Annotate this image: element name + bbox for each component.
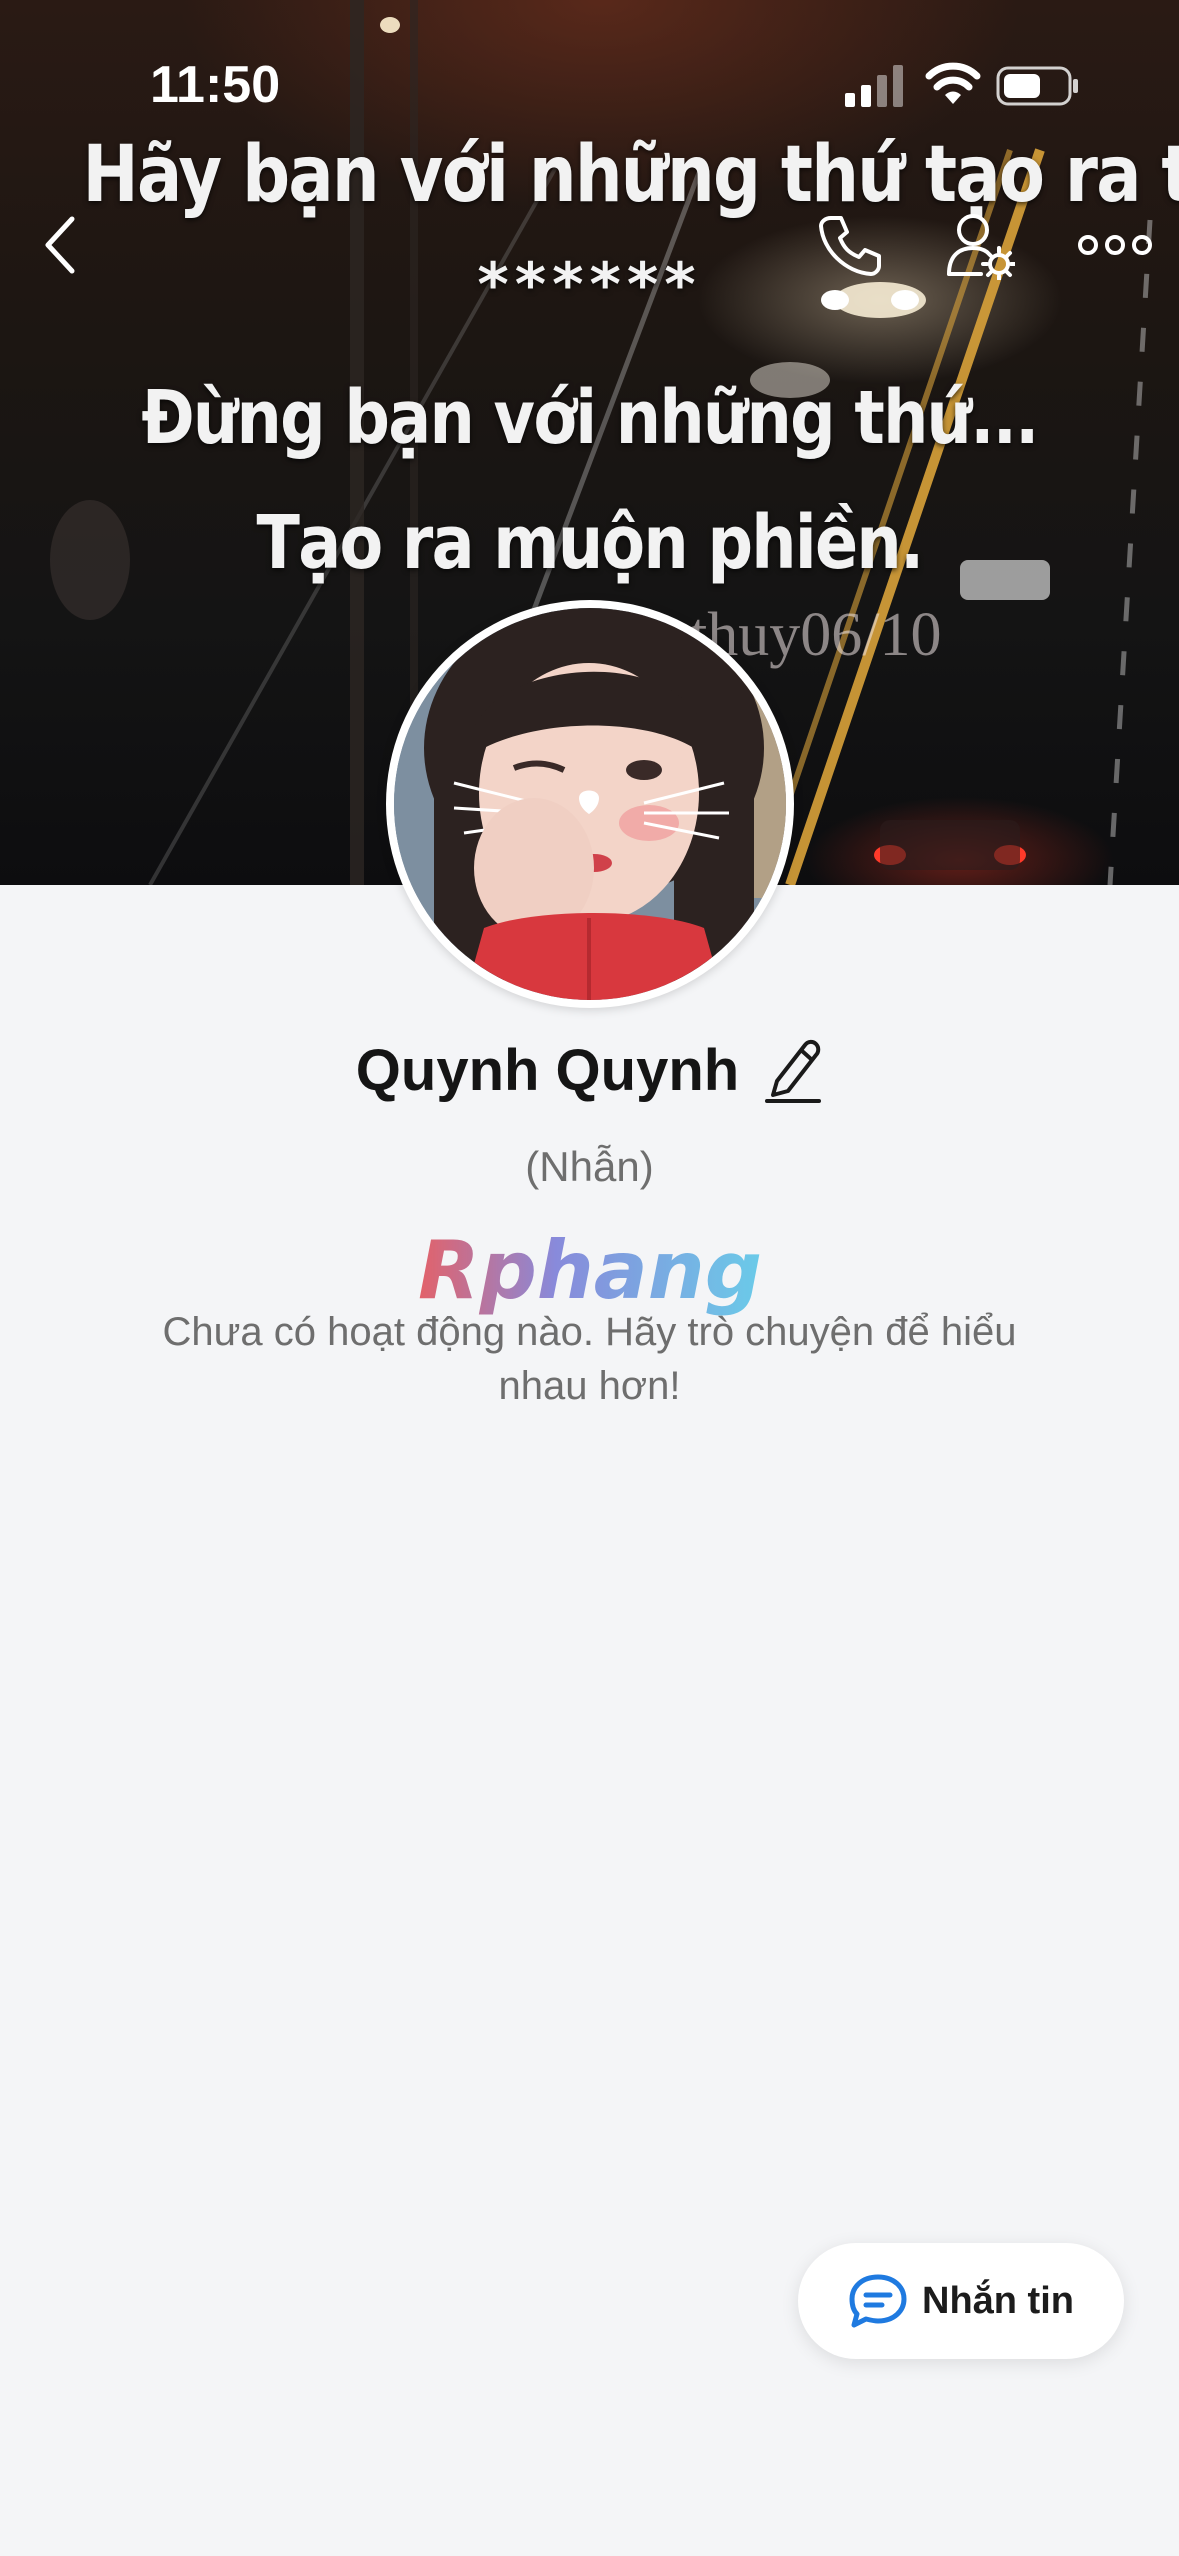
user-settings-icon (947, 214, 1015, 280)
cover-caption-line3: Đừng bạn với những thứ... (141, 375, 1039, 461)
status-time: 11:50 (150, 56, 281, 114)
profile-name-row: Quynh Quynh (0, 1030, 1179, 1110)
call-button[interactable] (805, 200, 895, 290)
send-message-label: Nhắn tin (922, 2279, 1074, 2322)
chevron-left-icon (45, 216, 75, 274)
avatar-portrait-image (394, 608, 786, 1000)
profile-screen: Hãy bạn với những thứ tạo ra tiền... ***… (0, 0, 1179, 2556)
empty-activity-message: Chưa có hoạt động nào. Hãy trò chuyện để… (162, 1310, 1017, 1408)
chat-bubble-icon (849, 2274, 907, 2328)
avatar[interactable] (386, 600, 794, 1008)
more-options-button[interactable] (1070, 200, 1160, 290)
profile-name: Quynh Quynh (355, 1037, 740, 1103)
battery-icon (996, 66, 1078, 106)
profile-nickname: (Nhẫn) (525, 1143, 654, 1190)
cover-caption-line4: Tạo ra muộn phiền. (256, 500, 925, 586)
cellular-signal-icon (845, 65, 903, 107)
more-dots-icon (1078, 235, 1152, 255)
edit-pencil-icon[interactable] (763, 1037, 823, 1103)
status-bar: 11:50 (0, 0, 1179, 170)
watermark-text: Rphang (418, 1230, 762, 1317)
profile-settings-button[interactable] (935, 200, 1025, 290)
back-button[interactable] (15, 200, 105, 290)
wifi-icon (925, 62, 981, 104)
phone-icon (819, 216, 881, 276)
send-message-button[interactable]: Nhắn tin (798, 2243, 1124, 2359)
avatar-photo (394, 608, 786, 1000)
